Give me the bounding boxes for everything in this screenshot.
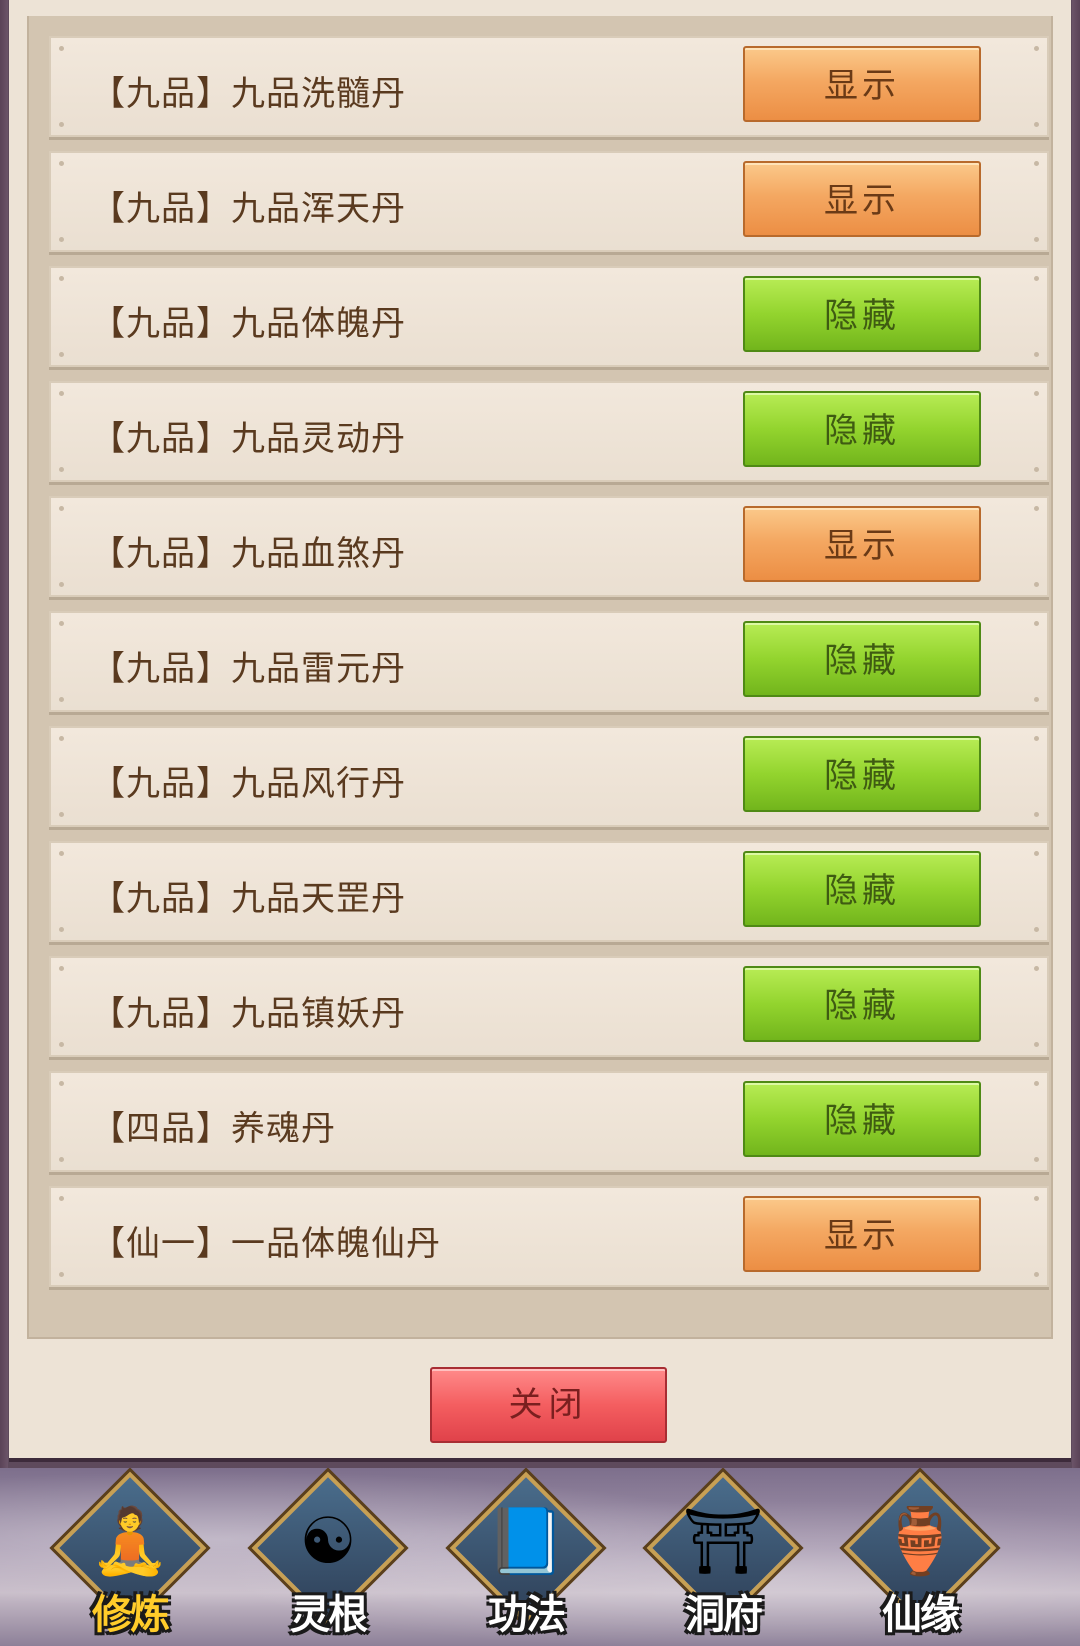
corner-rivet bbox=[1034, 161, 1039, 166]
corner-rivet bbox=[1034, 812, 1039, 817]
corner-rivet bbox=[59, 966, 64, 971]
nav-tab[interactable]: 📘 功法 bbox=[446, 1471, 606, 1642]
nav-label: 洞府 bbox=[685, 1592, 763, 1638]
corner-rivet bbox=[59, 467, 64, 472]
pill-name: 【九品】九品雷元丹 bbox=[91, 649, 406, 689]
cultivation-icon: 🧘 bbox=[90, 1505, 170, 1579]
corner-rivet bbox=[59, 621, 64, 626]
corner-rivet bbox=[1034, 506, 1039, 511]
pill-name: 【九品】九品洗髓丹 bbox=[91, 74, 406, 114]
pill-name: 【九品】九品血煞丹 bbox=[91, 534, 406, 574]
corner-rivet bbox=[1034, 391, 1039, 396]
list-item: 【九品】九品雷元丹 隐藏 bbox=[49, 611, 1049, 712]
pill-name: 【四品】养魂丹 bbox=[91, 1109, 336, 1149]
corner-rivet bbox=[59, 582, 64, 587]
corner-rivet bbox=[59, 851, 64, 856]
corner-rivet bbox=[59, 391, 64, 396]
hide-button[interactable]: 隐藏 bbox=[743, 621, 981, 697]
corner-rivet bbox=[1034, 966, 1039, 971]
list-item: 【九品】九品镇妖丹 隐藏 bbox=[49, 956, 1049, 1057]
corner-rivet bbox=[1034, 927, 1039, 932]
technique-book-icon: 📘 bbox=[486, 1505, 566, 1579]
show-button[interactable]: 显示 bbox=[743, 46, 981, 122]
corner-rivet bbox=[1034, 1042, 1039, 1047]
hide-button[interactable]: 隐藏 bbox=[743, 276, 981, 352]
list-frame: 【九品】九品洗髓丹 显示 【九品】九品浑天丹 显示 【九品】九品体魄丹 隐藏 【九品】九品灵… bbox=[27, 16, 1053, 1339]
nav-label: 功法 bbox=[488, 1592, 566, 1638]
corner-rivet bbox=[1034, 276, 1039, 281]
pill-name: 【九品】九品镇妖丹 bbox=[91, 994, 406, 1034]
hide-button[interactable]: 隐藏 bbox=[743, 391, 981, 467]
corner-rivet bbox=[59, 46, 64, 51]
hide-button[interactable]: 隐藏 bbox=[743, 736, 981, 812]
corner-rivet bbox=[1034, 122, 1039, 127]
hide-button[interactable]: 隐藏 bbox=[743, 851, 981, 927]
close-button[interactable]: 关闭 bbox=[430, 1367, 667, 1443]
corner-rivet bbox=[1034, 1196, 1039, 1201]
corner-rivet bbox=[1034, 851, 1039, 856]
gourd-icon: 🏺 bbox=[880, 1505, 960, 1579]
corner-rivet bbox=[59, 1042, 64, 1047]
corner-rivet bbox=[1034, 467, 1039, 472]
corner-rivet bbox=[59, 122, 64, 127]
corner-rivet bbox=[1034, 697, 1039, 702]
pill-list[interactable]: 【九品】九品洗髓丹 显示 【九品】九品浑天丹 显示 【九品】九品体魄丹 隐藏 【九品】九品灵… bbox=[49, 36, 1049, 1330]
list-item: 【九品】九品体魄丹 隐藏 bbox=[49, 266, 1049, 367]
corner-rivet bbox=[1034, 1272, 1039, 1277]
corner-rivet bbox=[59, 1196, 64, 1201]
list-item: 【九品】九品浑天丹 显示 bbox=[49, 151, 1049, 252]
list-item: 【四品】养魂丹 隐藏 bbox=[49, 1071, 1049, 1172]
corner-rivet bbox=[1034, 352, 1039, 357]
corner-rivet bbox=[1034, 237, 1039, 242]
nav-tab[interactable]: 🧘 修炼 bbox=[50, 1471, 210, 1642]
corner-rivet bbox=[1034, 621, 1039, 626]
corner-rivet bbox=[59, 812, 64, 817]
list-item: 【九品】九品天罡丹 隐藏 bbox=[49, 841, 1049, 942]
pill-name: 【九品】九品风行丹 bbox=[91, 764, 406, 804]
bottom-nav-bar: 🧘 修炼 ☯ 灵根 📘 功法 ⛩ 洞府 🏺 仙缘 bbox=[0, 1468, 1080, 1646]
corner-rivet bbox=[1034, 1157, 1039, 1162]
spirit-root-icon: ☯ bbox=[299, 1505, 357, 1579]
corner-rivet bbox=[59, 927, 64, 932]
corner-rivet bbox=[1034, 736, 1039, 741]
corner-rivet bbox=[1034, 46, 1039, 51]
pill-name: 【九品】九品体魄丹 bbox=[91, 304, 406, 344]
show-button[interactable]: 显示 bbox=[743, 506, 981, 582]
show-button[interactable]: 显示 bbox=[743, 1196, 981, 1272]
corner-rivet bbox=[59, 1272, 64, 1277]
corner-rivet bbox=[1034, 582, 1039, 587]
list-item: 【九品】九品风行丹 隐藏 bbox=[49, 726, 1049, 827]
list-item: 【仙一】一品体魄仙丹 显示 bbox=[49, 1186, 1049, 1287]
pill-name: 【九品】九品浑天丹 bbox=[91, 189, 406, 229]
pill-name: 【仙一】一品体魄仙丹 bbox=[91, 1224, 441, 1264]
hide-button[interactable]: 隐藏 bbox=[743, 966, 981, 1042]
corner-rivet bbox=[59, 161, 64, 166]
nav-tab[interactable]: ☯ 灵根 bbox=[248, 1471, 408, 1642]
corner-rivet bbox=[59, 736, 64, 741]
corner-rivet bbox=[59, 276, 64, 281]
list-item: 【九品】九品洗髓丹 显示 bbox=[49, 36, 1049, 137]
corner-rivet bbox=[59, 506, 64, 511]
corner-rivet bbox=[59, 237, 64, 242]
list-item: 【九品】九品血煞丹 显示 bbox=[49, 496, 1049, 597]
pill-name: 【九品】九品天罡丹 bbox=[91, 879, 406, 919]
pill-filter-panel: 【九品】九品洗髓丹 显示 【九品】九品浑天丹 显示 【九品】九品体魄丹 隐藏 【九品】九品灵… bbox=[9, 0, 1071, 1462]
pill-name: 【九品】九品灵动丹 bbox=[91, 419, 406, 459]
nav-label: 灵根 bbox=[290, 1592, 368, 1638]
corner-rivet bbox=[59, 1081, 64, 1086]
corner-rivet bbox=[59, 1157, 64, 1162]
nav-tab[interactable]: 🏺 仙缘 bbox=[840, 1471, 1000, 1642]
corner-rivet bbox=[1034, 1081, 1039, 1086]
nav-label: 修炼 bbox=[92, 1592, 170, 1638]
nav-label: 仙缘 bbox=[882, 1592, 960, 1638]
corner-rivet bbox=[59, 697, 64, 702]
nav-tab[interactable]: ⛩ 洞府 bbox=[643, 1471, 803, 1642]
cave-dwelling-icon: ⛩ bbox=[682, 1505, 764, 1579]
corner-rivet bbox=[59, 352, 64, 357]
show-button[interactable]: 显示 bbox=[743, 161, 981, 237]
hide-button[interactable]: 隐藏 bbox=[743, 1081, 981, 1157]
list-item: 【九品】九品灵动丹 隐藏 bbox=[49, 381, 1049, 482]
